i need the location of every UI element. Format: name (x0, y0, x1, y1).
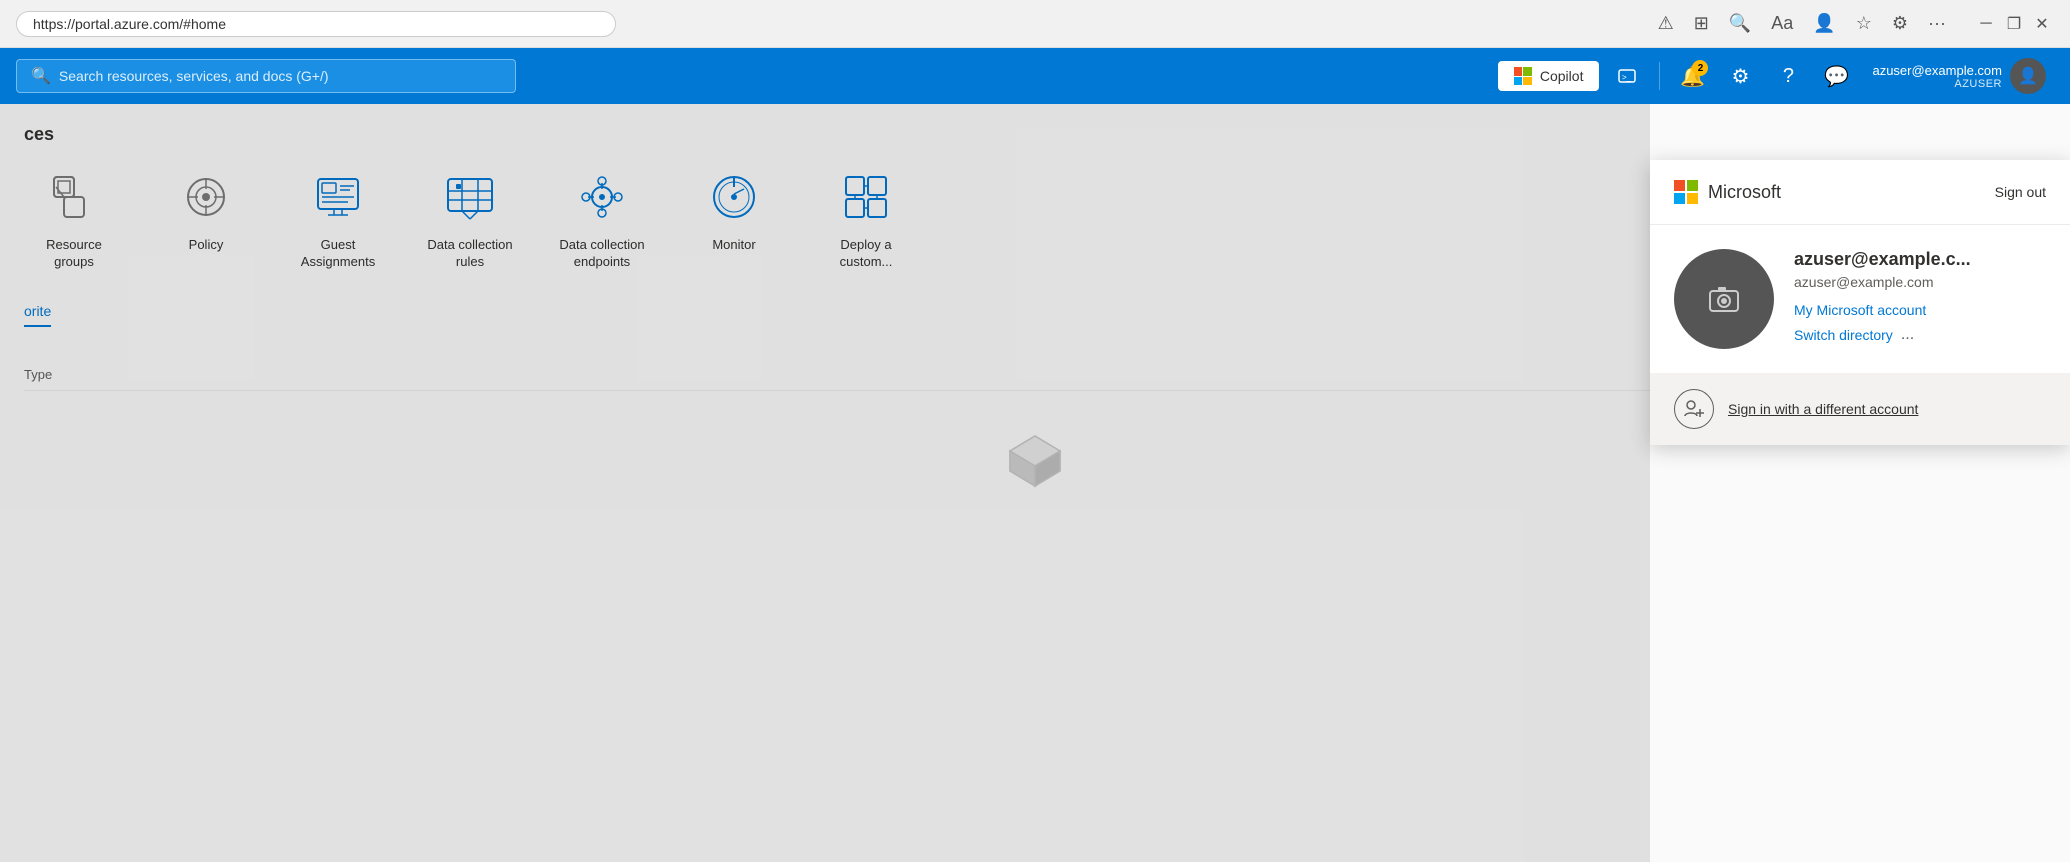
more-browser-icon[interactable]: ··· (1928, 13, 1946, 34)
microsoft-logo (1674, 180, 1698, 204)
sign-in-different-link[interactable]: Sign in with a different account (1728, 401, 1918, 417)
warning-icon[interactable]: ⚠ (1658, 13, 1674, 34)
cloud-shell-button[interactable]: >_ (1607, 56, 1647, 96)
user-name: AZUSER (1872, 78, 2002, 90)
help-button[interactable]: ? (1768, 56, 1808, 96)
zoom-icon[interactable]: 🔍 (1729, 13, 1751, 34)
settings-icon: ⚙ (1732, 64, 1750, 89)
flyout-user-details: azuser@example.c... azuser@example.com M… (1794, 249, 2046, 344)
search-input[interactable] (59, 68, 501, 84)
minimize-button[interactable]: ─ (1974, 12, 1998, 36)
main-content: ces Resourcegroups (0, 104, 2070, 862)
flyout-useremail: azuser@example.com (1794, 274, 2046, 290)
header-actions: Copilot >_ 🔔 2 ⚙ ? 💬 azuser@example.com … (1498, 54, 2054, 98)
feedback-button[interactable]: 💬 (1816, 56, 1856, 96)
account-flyout: Microsoft Sign out azuser@example.c... a… (1650, 160, 2070, 445)
my-account-link[interactable]: My Microsoft account (1794, 302, 2046, 318)
flyout-username: azuser@example.c... (1794, 249, 2046, 270)
close-button[interactable]: ✕ (2030, 12, 2054, 36)
window-controls: ─ ❐ ✕ (1974, 12, 2054, 36)
avatar-icon: 👤 (2018, 66, 2038, 86)
copilot-logo (1514, 67, 1532, 85)
user-profile-button[interactable]: azuser@example.com AZUSER 👤 (1864, 54, 2054, 98)
feedback-icon: 💬 (1824, 64, 1849, 89)
flyout-user-section: azuser@example.c... azuser@example.com M… (1650, 225, 2070, 373)
copilot-button[interactable]: Copilot (1498, 61, 1600, 91)
reader-icon[interactable]: Aa (1771, 13, 1793, 34)
microsoft-text: Microsoft (1708, 182, 1781, 203)
user-email: azuser@example.com (1872, 63, 2002, 78)
svg-text:>_: >_ (1622, 73, 1632, 82)
more-options-icon[interactable]: ... (1901, 326, 1914, 344)
browser-toolbar: ⚠ ⊞ 🔍 Aa 👤 ☆ ⚙ ··· ─ ❐ ✕ (1658, 12, 2054, 36)
search-icon: 🔍 (31, 66, 51, 86)
flyout-avatar (1674, 249, 1774, 349)
add-account-icon (1674, 389, 1714, 429)
sign-out-button[interactable]: Sign out (1995, 184, 2046, 200)
notification-badge: 2 (1692, 60, 1708, 76)
flyout-switch-row: Switch directory ... (1794, 326, 2046, 344)
search-bar[interactable]: 🔍 (16, 59, 516, 93)
copilot-label: Copilot (1540, 68, 1584, 84)
user-text: azuser@example.com AZUSER (1872, 63, 2002, 90)
extensions-icon[interactable]: ⚙ (1892, 13, 1908, 34)
user-avatar: 👤 (2010, 58, 2046, 94)
avatar-camera-icon (1694, 269, 1754, 329)
grid-icon[interactable]: ⊞ (1694, 13, 1709, 34)
url-bar[interactable]: https://portal.azure.com/#home (16, 11, 616, 37)
microsoft-logo-area: Microsoft (1674, 180, 1781, 204)
switch-directory-link[interactable]: Switch directory (1794, 327, 1893, 343)
browser-chrome: https://portal.azure.com/#home ⚠ ⊞ 🔍 Aa … (0, 0, 2070, 48)
settings-button[interactable]: ⚙ (1720, 56, 1760, 96)
header-divider (1659, 62, 1660, 90)
page-overlay (0, 104, 1650, 862)
help-icon: ? (1783, 65, 1794, 88)
portal-header: 🔍 Copilot >_ 🔔 2 ⚙ ? 💬 azuser@exampl (0, 48, 2070, 104)
maximize-button[interactable]: ❐ (2002, 12, 2026, 36)
profile-icon[interactable]: 👤 (1813, 13, 1835, 34)
favorite-icon[interactable]: ☆ (1856, 13, 1872, 34)
flyout-header: Microsoft Sign out (1650, 160, 2070, 225)
flyout-footer[interactable]: Sign in with a different account (1650, 373, 2070, 445)
notifications-button[interactable]: 🔔 2 (1672, 56, 1712, 96)
